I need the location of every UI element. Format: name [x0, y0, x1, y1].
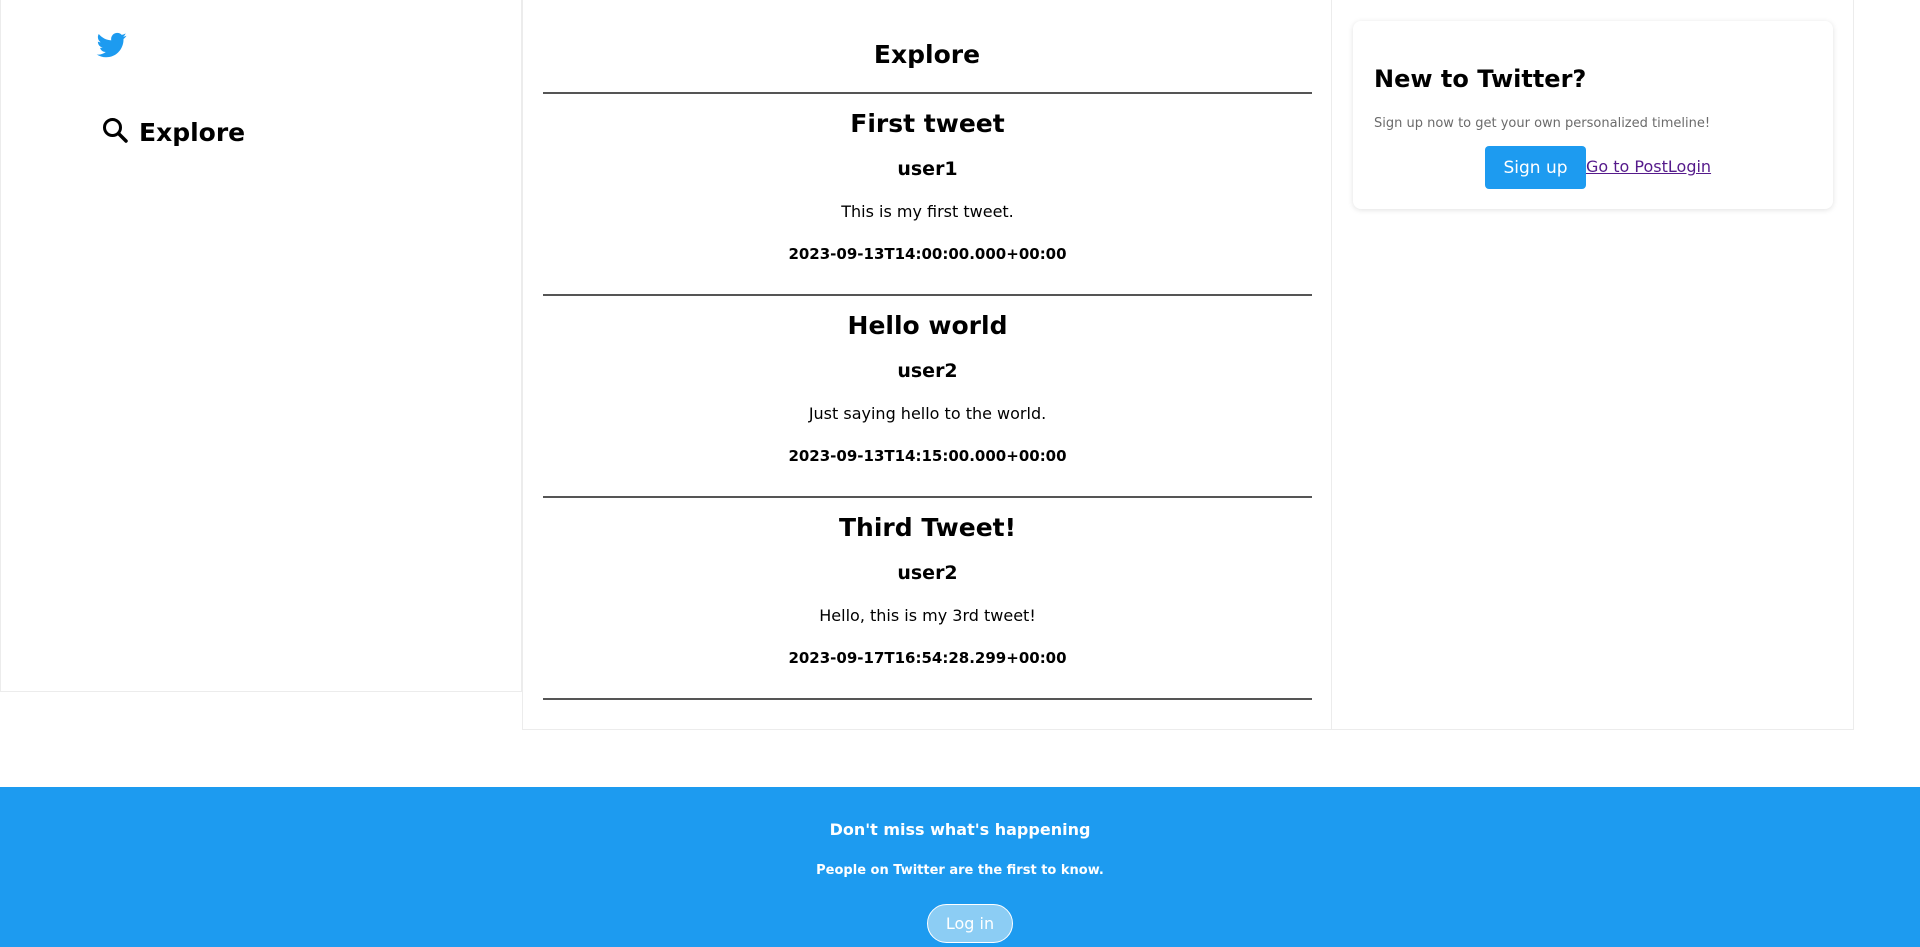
tweet-title: Third Tweet!: [838, 513, 1016, 542]
bottom-banner: Don't miss what's happening People on Tw…: [0, 787, 1920, 947]
tweet-item[interactable]: Hello world user2 Just saying hello to t…: [543, 295, 1312, 495]
tweet-timestamp: 2023-09-17T16:54:28.299+00:00: [788, 649, 1067, 667]
sidebar-item-explore[interactable]: Explore: [101, 114, 245, 150]
left-sidebar: Explore: [0, 0, 522, 692]
login-button[interactable]: Log in: [927, 904, 1013, 943]
signup-button[interactable]: Sign up: [1485, 146, 1586, 189]
tweet-timestamp: 2023-09-13T14:00:00.000+00:00: [788, 245, 1067, 263]
sidebar-item-label: Explore: [139, 117, 246, 147]
page-title: Explore: [873, 40, 981, 69]
twitter-bird-icon[interactable]: [95, 30, 129, 60]
tweet-body: Just saying hello to the world.: [808, 404, 1047, 423]
tweet-body: Hello, this is my 3rd tweet!: [819, 606, 1036, 625]
search-icon: [101, 116, 129, 148]
tweet-timestamp: 2023-09-13T14:15:00.000+00:00: [788, 447, 1067, 465]
tweet-body: This is my first tweet.: [841, 202, 1014, 221]
tweet-username: user2: [897, 360, 958, 382]
tweet-title: Hello world: [847, 311, 1008, 340]
tweet-username: user2: [897, 562, 958, 584]
tweet-title: First tweet: [850, 109, 1005, 138]
tweet-item[interactable]: Third Tweet! user2 Hello, this is my 3rd…: [543, 497, 1312, 697]
right-sidebar: New to Twitter? Sign up now to get your …: [1332, 0, 1854, 730]
post-login-link[interactable]: Go to PostLogin: [1586, 157, 1711, 176]
banner-subtitle: People on Twitter are the first to know.: [816, 863, 1104, 878]
divider: [543, 698, 1312, 700]
signup-card: New to Twitter? Sign up now to get your …: [1353, 21, 1833, 209]
explore-feed: Explore First tweet user1 This is my fir…: [522, 0, 1332, 730]
tweet-item[interactable]: First tweet user1 This is my first tweet…: [543, 93, 1312, 293]
signup-card-title: New to Twitter?: [1374, 65, 1587, 93]
tweet-username: user1: [897, 158, 958, 180]
signup-card-subtitle: Sign up now to get your own personalized…: [1374, 116, 1711, 131]
banner-title: Don't miss what's happening: [829, 820, 1091, 839]
